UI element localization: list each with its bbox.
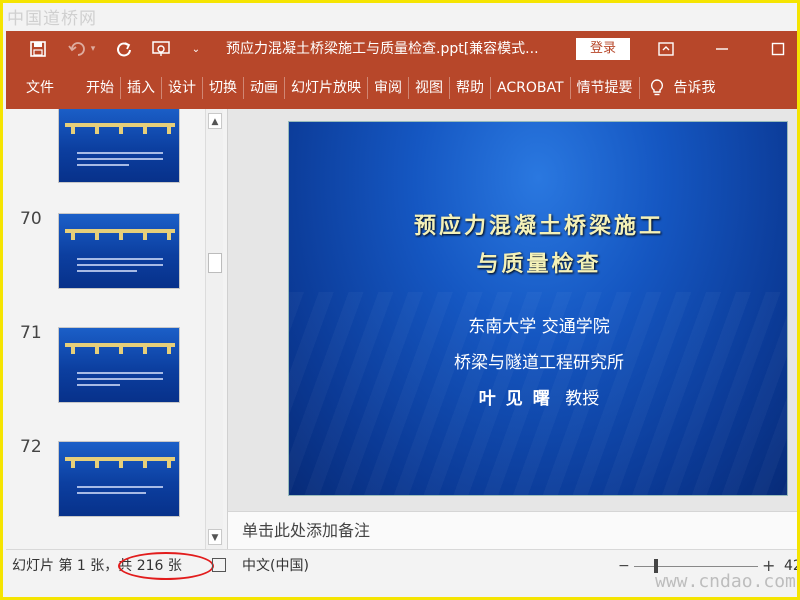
slide-number: 70 (20, 209, 42, 229)
watermark-bottom: www.cndao.com (655, 571, 796, 592)
annotation-circle (118, 552, 214, 580)
save-icon[interactable] (24, 31, 52, 67)
tab-home[interactable]: 开始 (74, 67, 120, 109)
tab-storyboarding[interactable]: 情节提要 (571, 67, 639, 109)
tab-view[interactable]: 视图 (409, 67, 449, 109)
tab-animations[interactable]: 动画 (244, 67, 284, 109)
tab-file[interactable]: 文件 (6, 67, 74, 109)
lightbulb-icon[interactable] (640, 67, 670, 109)
redo-icon[interactable] (110, 31, 138, 67)
slide-number: 71 (20, 323, 42, 343)
maximize-icon[interactable] (758, 31, 797, 67)
notes-toggle-icon[interactable] (212, 558, 226, 572)
watermark-top: 中国道桥网 (7, 9, 97, 29)
bridge-graphic (65, 229, 175, 240)
slide-title-line2: 与质量检查 (476, 251, 602, 277)
notes-pane[interactable]: 单击此处添加备注 (227, 511, 797, 549)
tab-review[interactable]: 审阅 (368, 67, 408, 109)
tell-me-search[interactable]: 告诉我 (670, 67, 722, 109)
tab-acrobat[interactable]: ACROBAT (491, 67, 570, 109)
slide-author-line: 叶见曙 教授 (289, 384, 787, 409)
login-button[interactable]: 登录 (576, 38, 630, 60)
minimize-icon[interactable] (702, 31, 742, 67)
zoom-slider-track[interactable] (634, 566, 758, 567)
scroll-thumb[interactable] (208, 253, 222, 273)
slide-thumbnail[interactable] (58, 109, 180, 183)
slide-thumbnail[interactable] (58, 213, 180, 289)
tab-help[interactable]: 帮助 (450, 67, 490, 109)
language-status[interactable]: 中文(中国) (242, 550, 309, 582)
bridge-graphic (65, 123, 175, 134)
zoom-out-icon[interactable]: − (618, 550, 630, 582)
app-frame: 中国道桥网 ▾ ⌄ 预应力混凝土桥梁施工与质量检查.ppt[兼容模式... 登录… (0, 0, 800, 600)
thumbnail-scrollbar[interactable]: ▲ ▼ (205, 109, 223, 549)
tab-transitions[interactable]: 切换 (203, 67, 243, 109)
bridge-graphic (65, 343, 175, 354)
slide-number: 72 (20, 437, 42, 457)
slide-thumbnail-pane: 70 71 72 (6, 109, 206, 549)
slide-thumbnail[interactable] (58, 441, 180, 517)
slideshow-from-start-icon[interactable] (148, 31, 176, 67)
tab-design[interactable]: 设计 (162, 67, 202, 109)
title-bar: ▾ ⌄ 预应力混凝土桥梁施工与质量检查.ppt[兼容模式... 登录 (6, 31, 797, 67)
slide-institute: 桥梁与隧道工程研究所 (454, 353, 624, 373)
slide-author-title: 教授 (565, 389, 600, 409)
customize-toolbar-icon[interactable]: ⌄ (182, 31, 210, 67)
tab-insert[interactable]: 插入 (121, 67, 161, 109)
slide-author-name: 叶见曙 (478, 389, 560, 409)
slide-university: 东南大学 交通学院 (468, 317, 610, 337)
undo-dropdown-icon[interactable]: ▾ (86, 31, 100, 67)
ribbon-display-options-icon[interactable] (646, 31, 686, 67)
slide-thumbnail[interactable] (58, 327, 180, 403)
bridge-graphic (65, 457, 175, 468)
slide-editor: 预应力混凝土桥梁施工 与质量检查 东南大学 交通学院 桥梁与隧道工程研究所 叶见… (227, 109, 797, 511)
slide-title-line1: 预应力混凝土桥梁施工 (413, 213, 664, 239)
tab-slideshow[interactable]: 幻灯片放映 (285, 67, 367, 109)
scroll-down-icon[interactable]: ▼ (208, 529, 222, 545)
document-title: 预应力混凝土桥梁施工与质量检查.ppt[兼容模式... (226, 41, 539, 57)
scroll-up-icon[interactable]: ▲ (208, 113, 222, 129)
current-slide[interactable]: 预应力混凝土桥梁施工 与质量检查 东南大学 交通学院 桥梁与隧道工程研究所 叶见… (288, 121, 788, 496)
ribbon-tabs: 文件 开始 插入 设计 切换 动画 幻灯片放映 审阅 视图 帮助 ACROBAT… (6, 67, 797, 109)
